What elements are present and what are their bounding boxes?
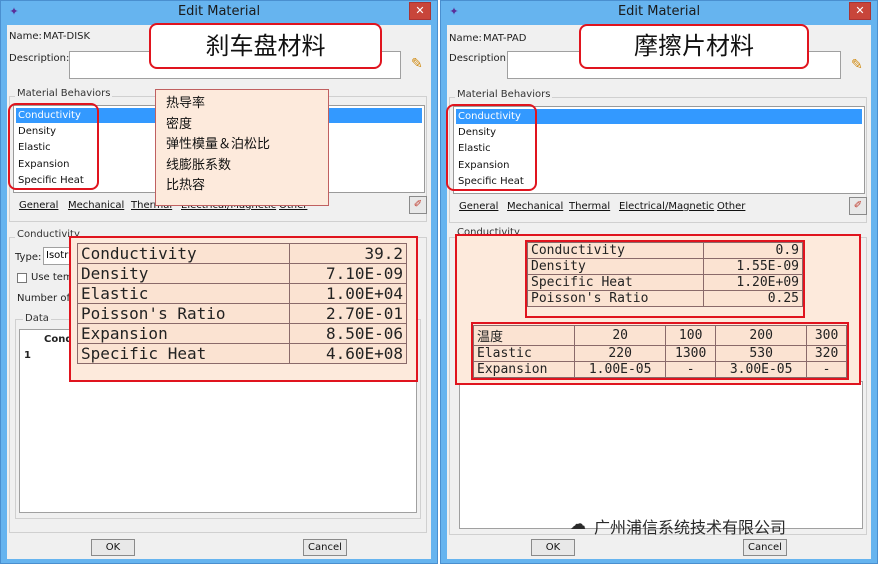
menu-general[interactable]: General [459,201,498,212]
wrench-icon[interactable]: ✐ [409,196,427,214]
disk-properties-table: Conductivity 39.2 Density 7.10E-09 Elastic… [77,243,408,364]
note-line: 弹性模量＆泊松比 [166,137,271,152]
behaviors-highlight [8,103,99,190]
property-name: Elastic [77,283,290,304]
pad-material-callout: 摩擦片材料 [579,24,809,69]
table-cell: 220 [574,345,667,362]
close-button[interactable]: ✕ [409,2,431,20]
table-cell: Elastic [472,345,576,362]
description-label: Description: [449,53,510,64]
table-row: Poisson's Ratio 2.70E-01 [77,303,408,324]
menu-general[interactable]: General [19,200,58,211]
property-name: Poisson's Ratio [77,303,290,324]
type-label: Type: [15,252,42,263]
name-value: MAT-PAD [483,33,527,44]
window-title: Edit Material [617,4,701,19]
material-behaviors-label: Material Behaviors [455,89,553,100]
property-value: 39.2 [288,243,408,264]
window-title: Edit Material [177,4,261,19]
data-row-number: 1 [24,350,31,361]
use-temp-checkbox[interactable] [17,273,27,283]
number-label: Number of [17,293,70,304]
table-cell: 1.00E-05 [574,361,667,378]
table-cell: - [665,361,717,378]
wechat-icon: ☁ [570,514,586,533]
header-cell: 100 [665,325,717,346]
name-value: MAT-DISK [43,31,91,42]
watermark: 广州浦信系统技术有限公司 [594,518,787,537]
wrench-icon[interactable]: ✐ [849,197,867,215]
property-value: 1.55E-09 [703,258,803,275]
header-cell: 20 [574,325,667,346]
title-bar[interactable]: ✦ Edit Material ✕ [1,1,437,23]
name-label: Name: [9,31,42,42]
material-behaviors-label: Material Behaviors [15,88,113,99]
property-name: Specific Heat [77,343,290,364]
description-label: Description: [9,53,70,64]
property-value: 0.25 [703,290,803,307]
cancel-button[interactable]: Cancel [303,539,347,556]
table-cell: 320 [806,345,847,362]
table-row: Elastic 220 1300 530 320 [472,345,847,362]
behaviors-highlight [446,104,537,191]
property-value: 8.50E-06 [288,323,408,344]
behavior-translation-note: 热导率 密度 弹性模量＆泊松比 线膨胀系数 比热容 [155,89,329,206]
table-row: Elastic 1.00E+04 [77,283,408,304]
pencil-icon[interactable]: ✎ [851,57,863,73]
data-table[interactable] [459,381,863,529]
pad-basic-properties-table: Conductivity 0.9 Density 1.55E-09 Specific… [526,242,803,307]
note-line: 比热容 [166,178,206,193]
table-row: Poisson's Ratio 0.25 [526,290,803,307]
table-cell: 530 [715,345,808,362]
table-cell: 3.00E-05 [715,361,808,378]
menu-other[interactable]: Other [717,201,745,212]
table-row: Specific Heat 1.20E+09 [526,274,803,291]
property-value: 1.00E+04 [288,283,408,304]
disk-material-callout: 刹车盘材料 [149,23,382,69]
table-row: Conductivity 39.2 [77,243,408,264]
note-line: 热导率 [166,96,206,111]
property-name: Expansion [77,323,290,344]
close-button[interactable]: ✕ [849,2,871,20]
note-line: 密度 [166,116,193,132]
name-label: Name: [449,33,482,44]
menu-mechanical[interactable]: Mechanical [507,201,563,212]
menu-thermal[interactable]: Thermal [569,201,610,212]
table-header-row: 温度 20 100 200 300 [472,325,847,346]
table-row: Density 1.55E-09 [526,258,803,275]
ok-button[interactable]: OK [91,539,135,556]
property-name: Poisson's Ratio [526,290,705,307]
table-row: Conductivity 0.9 [526,242,803,259]
property-value: 1.20E+09 [703,274,803,291]
menu-mechanical[interactable]: Mechanical [68,200,124,211]
property-name: Density [526,258,705,275]
header-cell: 200 [715,325,808,346]
property-value: 4.60E+08 [288,343,408,364]
ok-button[interactable]: OK [531,539,575,556]
menu-electrical-magnetic[interactable]: Electrical/Magnetic [619,201,714,212]
property-name: Specific Heat [526,274,705,291]
table-cell: Expansion [472,361,576,378]
pad-temperature-table: 温度 20 100 200 300 Elastic 220 1300 530 3… [472,325,847,378]
data-label: Data [23,313,51,324]
header-cell: 温度 [472,325,576,346]
title-bar[interactable]: ✦ Edit Material ✕ [441,1,877,23]
table-cell: - [806,361,847,378]
note-line: 线膨胀系数 [166,157,232,173]
table-row: Density 7.10E-09 [77,263,408,284]
table-row: Expansion 1.00E-05 - 3.00E-05 - [472,361,847,378]
property-name: Density [77,263,290,284]
property-value: 2.70E-01 [288,303,408,324]
table-row: Expansion 8.50E-06 [77,323,408,344]
property-name: Conductivity [77,243,290,264]
cancel-button[interactable]: Cancel [743,539,787,556]
use-temp-label: Use tem [31,272,73,283]
table-row: Specific Heat 4.60E+08 [77,343,408,364]
property-value: 7.10E-09 [288,263,408,284]
pencil-icon[interactable]: ✎ [411,56,423,72]
property-name: Conductivity [526,242,705,259]
property-value: 0.9 [703,242,803,259]
header-cell: 300 [806,325,847,346]
table-cell: 1300 [665,345,717,362]
